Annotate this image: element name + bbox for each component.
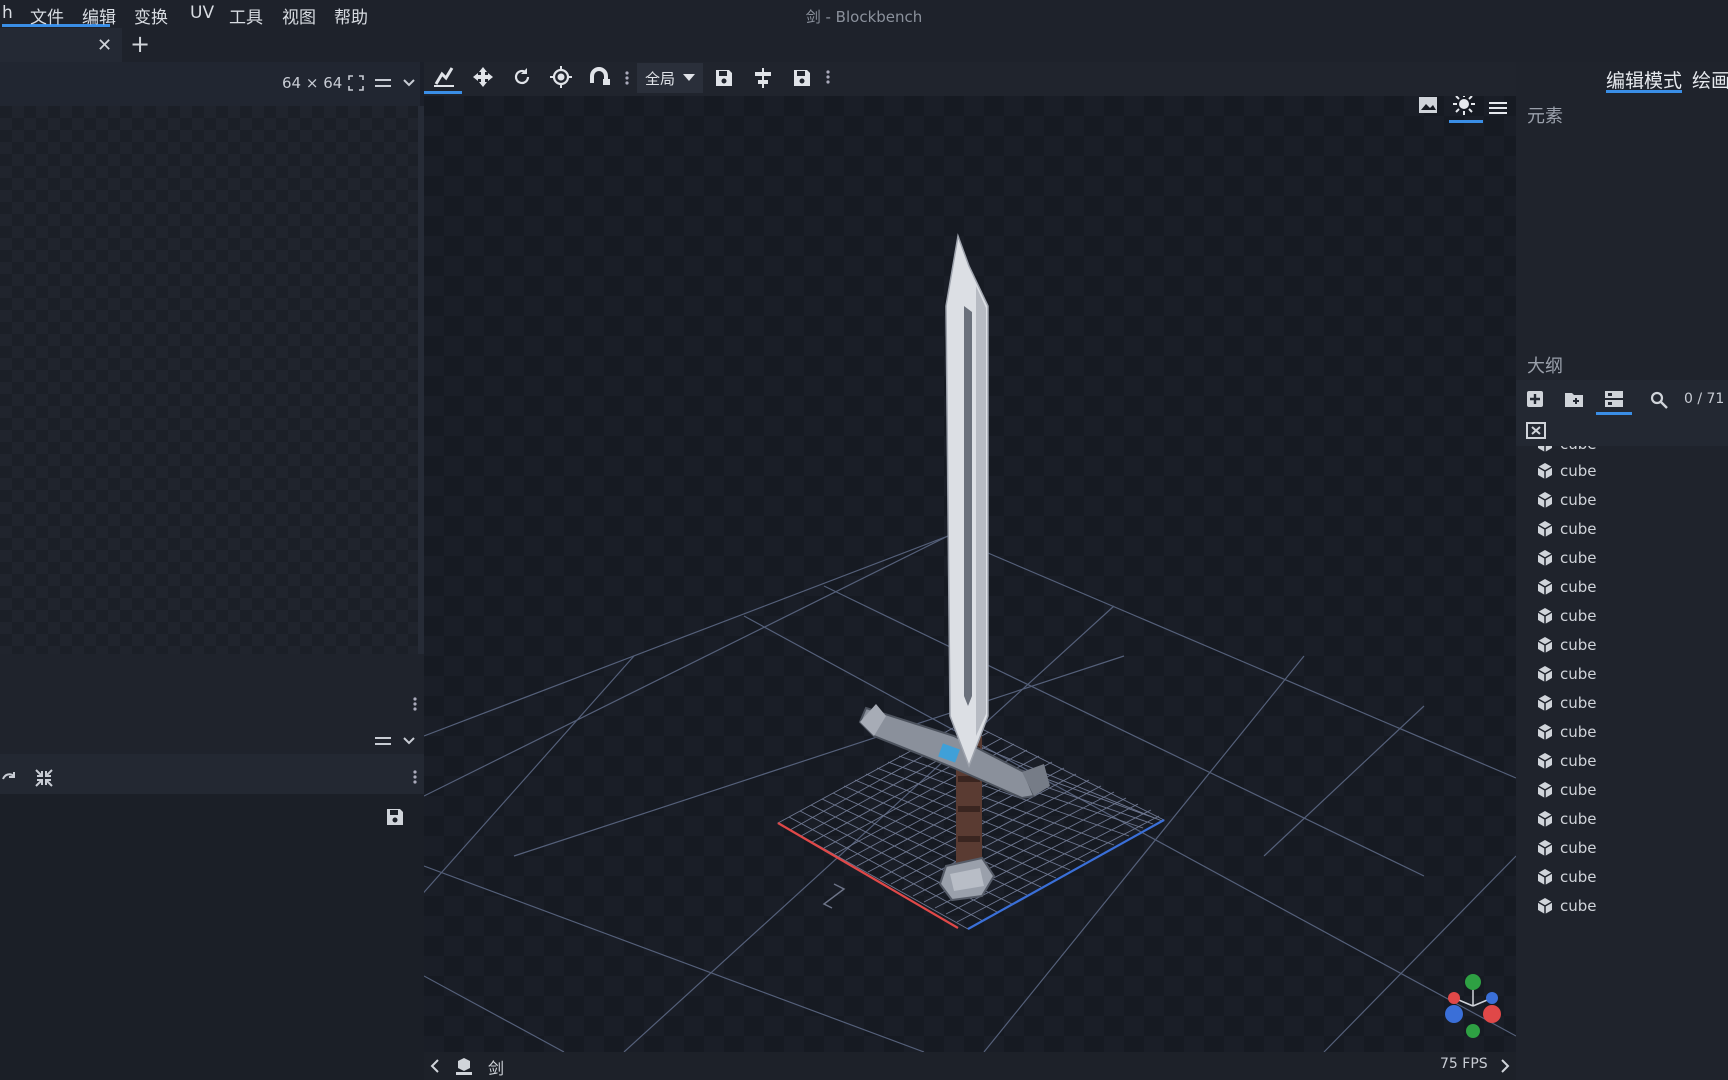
list-item[interactable]: cube [1536,775,1597,804]
menu-bar: h 文件 编辑 变换 UV 工具 视图 帮助 剑 - Blockbench [0,0,1728,28]
list-item[interactable]: cube [1536,891,1597,920]
cube-icon [1537,549,1553,566]
edit-mode-tab[interactable]: 编辑模式 [1606,66,1682,93]
edit-mode-underline [1606,90,1682,93]
list-item[interactable]: cube [1536,514,1597,543]
chevron-right-icon[interactable] [1500,1059,1510,1073]
hamburger-icon[interactable] [1488,101,1508,115]
outliner-view-icon[interactable] [1604,390,1624,408]
model-icon [454,1056,474,1076]
vertex-snap-icon[interactable] [589,67,613,87]
list-item[interactable]: cube [1536,572,1597,601]
cube-icon [1537,462,1553,479]
shrink-icon[interactable] [34,768,54,788]
cube-icon [1537,723,1553,740]
elements-panel-title: 元素 [1527,106,1563,127]
save-icon-toolbar-2[interactable] [792,68,812,88]
list-item[interactable]: cube [1536,804,1597,833]
cube-icon [1537,897,1553,914]
active-tool-underline [424,91,462,94]
toolbar-more-icon-2[interactable] [825,69,831,85]
dropdown-value: 全局 [645,70,676,88]
cube-icon [1537,607,1553,624]
rotate-icon[interactable] [512,67,532,87]
add-tab-icon[interactable]: + [130,30,150,58]
list-item[interactable]: cube [1536,746,1597,775]
element-count: 0 / 71 [1684,391,1725,407]
cube-icon [1537,520,1553,537]
main-toolbar [424,62,1516,96]
left-bottom-panel [0,794,424,1080]
menu-lines-icon-2[interactable] [374,735,392,747]
list-item[interactable]: cube [1536,543,1597,572]
uv-editor[interactable] [0,106,418,654]
outliner-list: cube cube cube cube cube cube cube cube … [1516,446,1728,1080]
panel-menu-icon-2[interactable] [412,769,418,785]
viewport-status-bar [424,1052,1516,1080]
move-tool-icon[interactable] [432,66,456,88]
add-cube-icon[interactable] [1526,390,1544,408]
list-item[interactable]: cube [1536,717,1597,746]
fullscreen-icon[interactable] [348,75,364,91]
chevron-left-icon[interactable] [430,1059,440,1073]
tab-bar [0,28,1728,62]
toolbar-more-icon[interactable] [624,70,630,86]
left-tool-strip [0,754,424,794]
cube-icon [1537,665,1553,682]
cube-icon [1537,810,1553,827]
cube-icon [1537,491,1553,508]
window-title: 剑 - Blockbench [805,8,923,26]
list-item[interactable]: cube [1536,688,1597,717]
chevron-down-icon[interactable] [402,77,416,89]
cube-icon [1537,694,1553,711]
fps-counter: 75 FPS [1440,1056,1488,1072]
outliner-panel-title: 大纲 [1527,356,1563,377]
cube-icon [1537,578,1553,595]
close-box-icon[interactable] [1526,422,1546,439]
list-item[interactable]: cube [1536,833,1597,862]
orientation-gizmo[interactable] [1440,972,1506,1042]
sun-icon[interactable] [1452,96,1476,116]
cube-icon [1537,839,1553,856]
list-item[interactable]: cube [1536,630,1597,659]
save-icon-toolbar[interactable] [714,68,734,88]
align-center-icon[interactable] [752,67,774,89]
list-item[interactable]: cube [1536,862,1597,891]
paint-mode-tab[interactable]: 绘画 [1692,66,1728,93]
panel-menu-icon[interactable] [412,696,418,712]
north-marker [822,883,846,909]
add-group-icon[interactable] [1564,390,1584,408]
list-item[interactable]: cube [1536,601,1597,630]
z-axis-line [967,819,1165,930]
redo-arrow-icon[interactable] [2,770,16,782]
cube-icon [1537,636,1553,653]
outliner-view-underline [1596,412,1632,415]
sun-active-underline [1449,120,1483,123]
scene-render [424,233,1516,1052]
cube-icon [1537,868,1553,885]
texture-size-label[interactable]: 64 × 64 [282,74,342,92]
list-item[interactable]: cube [1536,659,1597,688]
chevron-down-icon-2[interactable] [402,735,416,747]
close-tab-icon[interactable]: ✕ [97,35,112,56]
image-icon[interactable] [1418,96,1438,114]
save-icon[interactable] [385,807,405,827]
cube-icon [1537,781,1553,798]
search-icon[interactable] [1650,391,1668,409]
cube-icon [1538,446,1552,452]
model-name: 剑 [488,1059,505,1078]
transform-space-dropdown[interactable]: 全局 [637,63,703,93]
menu-lines-icon[interactable] [374,77,392,89]
3d-viewport[interactable] [424,96,1516,1052]
list-item[interactable]: cube [1536,456,1597,485]
translate-icon[interactable] [472,66,494,88]
list-item[interactable]: cube [1536,485,1597,514]
cube-icon [1537,752,1553,769]
caret-down-icon [683,74,695,82]
pivot-icon[interactable] [550,66,572,88]
